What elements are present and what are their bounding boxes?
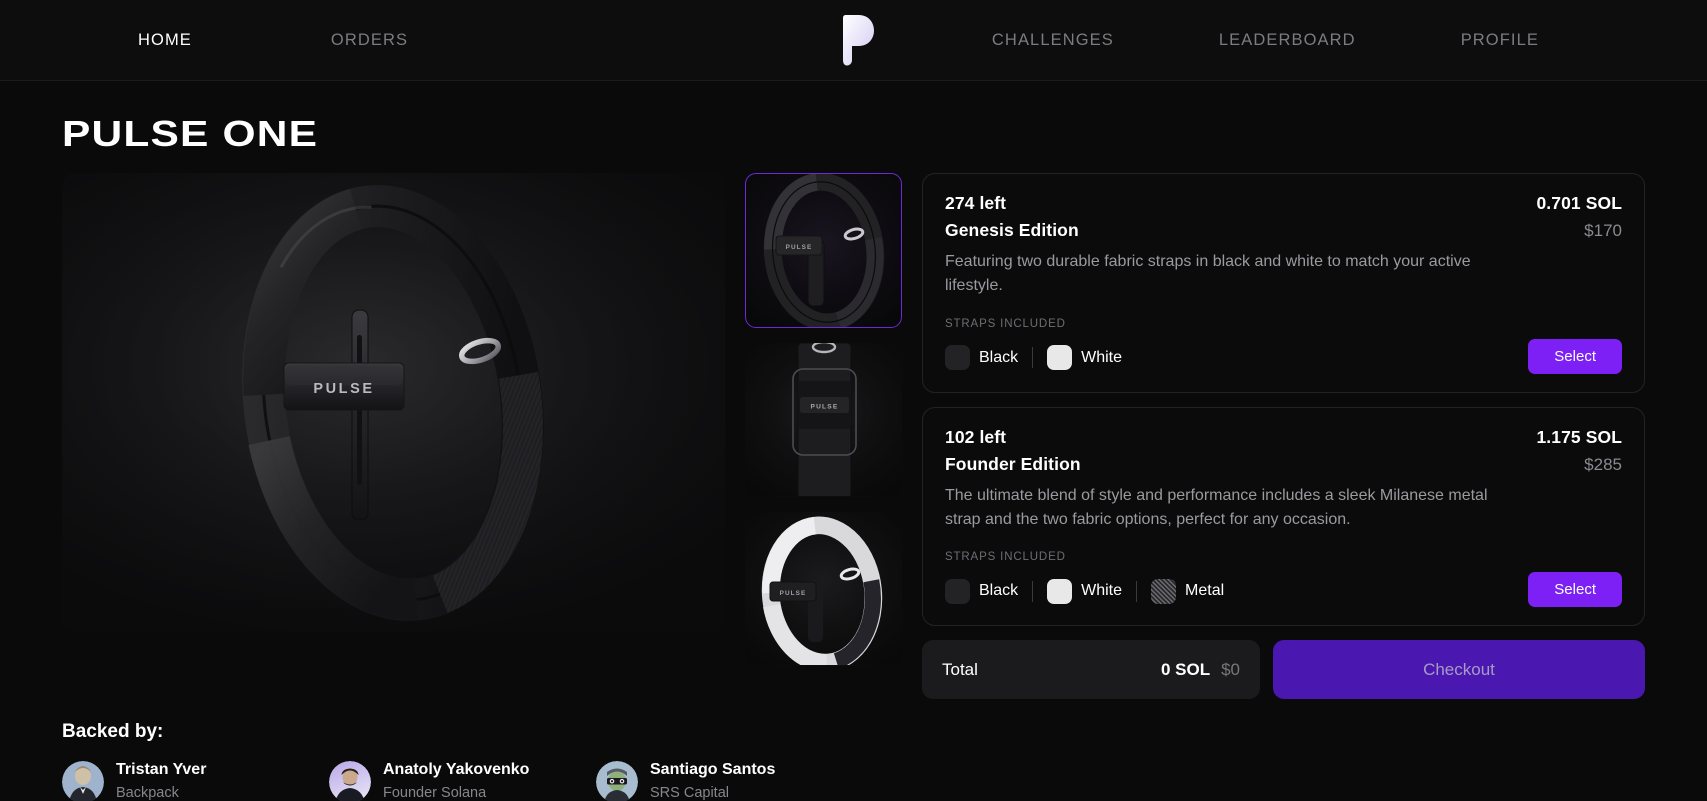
page-title: PULSE ONE [62,113,318,155]
total-box: Total 0 SOL $0 [922,640,1260,700]
backer-org: Backpack [116,784,179,801]
total-values: 0 SOL $0 [1161,660,1240,680]
thumbnail-black-front[interactable]: PULSE [745,342,902,497]
straps-row-founder: Black White Metal [945,574,1622,608]
backer-org: Founder Solana [383,784,487,801]
backer-name: Tristan Yver [116,761,207,779]
description-founder: The ultimate blend of style and performa… [945,486,1488,528]
straps-row-genesis: Black White [945,341,1622,375]
backed-by-title: Backed by: [62,721,164,743]
hero-product-image[interactable]: PULSE [62,173,725,632]
product-card-genesis[interactable]: 274 left Genesis Edition 0.701 SOL $170 … [922,173,1645,393]
avatar-anatoly [329,760,371,801]
strap-label-black: Black [979,348,1019,366]
nav-item-leaderboard[interactable]: LEADERBOARD [1219,31,1356,50]
avatar-tristan [62,760,104,801]
price-usd-founder: $285 [1584,454,1622,474]
swatch-metal-icon [1151,578,1177,604]
svg-text:PULSE: PULSE [811,404,839,411]
thumbnail-list: PULSE PULSE PULSE [745,173,902,666]
card-header-genesis: 274 left Genesis Edition 0.701 SOL $170 [945,193,1622,241]
pulse-p-logo-icon [842,15,874,66]
product-content-area: PULSE PULSE PULSE PULSE 274 left Genesis… [62,173,1645,700]
page-title-text: PULSE ONE [62,113,319,154]
total-sol-value: 0 SOL [1160,659,1211,679]
select-button-genesis[interactable]: Select [1528,338,1622,374]
swatch-black-icon [945,345,970,371]
thumbnail-black-angled-image: PULSE [763,174,885,327]
backer-text-anatoly: Anatoly Yakovenko Founder Solana [383,759,529,801]
backer-org: SRS Capital [650,784,729,801]
band-illustration: PULSE [62,173,725,632]
backer-item-santiago[interactable]: Santiago Santos SRS Capital [596,759,863,801]
backer-text-tristan: Tristan Yver Backpack [116,759,206,801]
strap-option-white-founder[interactable]: White [1047,578,1123,604]
strap-option-black-founder[interactable]: Black [945,578,1019,604]
purchase-panel: 274 left Genesis Edition 0.701 SOL $170 … [922,173,1645,700]
avatar-santiago [596,760,638,801]
product-card-founder[interactable]: 102 left Founder Edition 1.175 SOL $285 … [922,406,1645,627]
stock-count-founder: 102 left [945,426,1007,447]
card-left-genesis: 274 left Genesis Edition [945,193,1079,241]
swatch-white-icon [1047,578,1073,604]
cart-summary-row: Total 0 SOL $0 Checkout [922,640,1645,700]
avatar-anatoly-image [329,760,371,801]
card-price-genesis: 0.701 SOL $170 [1536,193,1622,241]
edition-name-genesis: Genesis Edition [945,220,1079,240]
strap-divider [1032,347,1034,369]
select-button-founder[interactable]: Select [1528,572,1622,608]
card-left-founder: 102 left Founder Edition [945,427,1081,475]
thumbnail-white-angled[interactable]: PULSE [745,511,902,666]
page-body: PULSE ONE PULSE PULSE PULSE PULSE 274 le… [0,81,1707,801]
nav-left-group: HOME ORDERS [138,31,408,50]
strap-label-white: White [1081,582,1123,600]
strap-label-metal: Metal [1185,582,1225,600]
nav-item-orders[interactable]: ORDERS [331,31,408,50]
straps-label-founder: STRAPS INCLUDED [945,551,1066,564]
strap-option-metal-founder[interactable]: Metal [1151,578,1225,604]
nav-item-challenges[interactable]: CHALLENGES [992,31,1114,50]
svg-text:PULSE: PULSE [786,244,813,251]
nav-item-profile[interactable]: PROFILE [1461,31,1539,50]
total-label: Total [942,659,978,679]
nav-right-group: CHALLENGES LEADERBOARD PROFILE [992,31,1539,50]
description-genesis: Featuring two durable fabric straps in b… [945,253,1471,295]
avatar-tristan-image [62,760,104,801]
svg-text:PULSE: PULSE [780,590,807,597]
checkout-button[interactable]: Checkout [1273,640,1645,700]
swatch-white-icon [1047,345,1073,371]
card-header-founder: 102 left Founder Edition 1.175 SOL $285 [945,427,1622,475]
swatch-black-icon [945,578,970,604]
thumbnail-black-front-image: PULSE [792,343,857,496]
backer-text-santiago: Santiago Santos SRS Capital [650,759,775,801]
nav-item-home[interactable]: HOME [138,31,192,50]
stock-count-genesis: 274 left [945,193,1007,213]
card-price-founder: 1.175 SOL $285 [1536,427,1622,475]
pulse-logo[interactable] [833,14,875,66]
strap-label-black: Black [979,582,1019,600]
strap-divider [1032,580,1034,602]
strap-label-white: White [1081,348,1123,366]
backed-by-section: Backed by: Tristan Yver Backpack Anatoly… [62,721,1645,801]
edition-name-founder: Founder Edition [945,453,1081,474]
backer-item-anatoly[interactable]: Anatoly Yakovenko Founder Solana [329,759,596,801]
svg-text:PULSE: PULSE [313,381,374,397]
strap-option-black-genesis[interactable]: Black [945,345,1019,371]
thumbnail-black-angled[interactable]: PULSE [745,173,902,328]
backer-name: Santiago Santos [650,761,776,779]
thumbnail-white-angled-image: PULSE [761,516,883,665]
total-usd-value: $0 [1221,659,1240,679]
backer-item-tristan[interactable]: Tristan Yver Backpack [62,759,329,801]
strap-divider [1136,580,1138,602]
price-usd-genesis: $170 [1584,221,1622,240]
avatar-santiago-image [596,760,638,801]
price-sol-founder: 1.175 SOL [1536,426,1622,447]
straps-label-genesis: STRAPS INCLUDED [945,317,1066,330]
price-sol-genesis: 0.701 SOL [1536,193,1622,213]
top-navigation-bar: HOME ORDERS CHALLENGES LEADERBOARD PROFI… [0,0,1707,81]
strap-option-white-genesis[interactable]: White [1047,345,1123,371]
backer-list: Tristan Yver Backpack Anatoly Yakovenko … [62,759,1645,801]
backer-name: Anatoly Yakovenko [383,761,530,779]
